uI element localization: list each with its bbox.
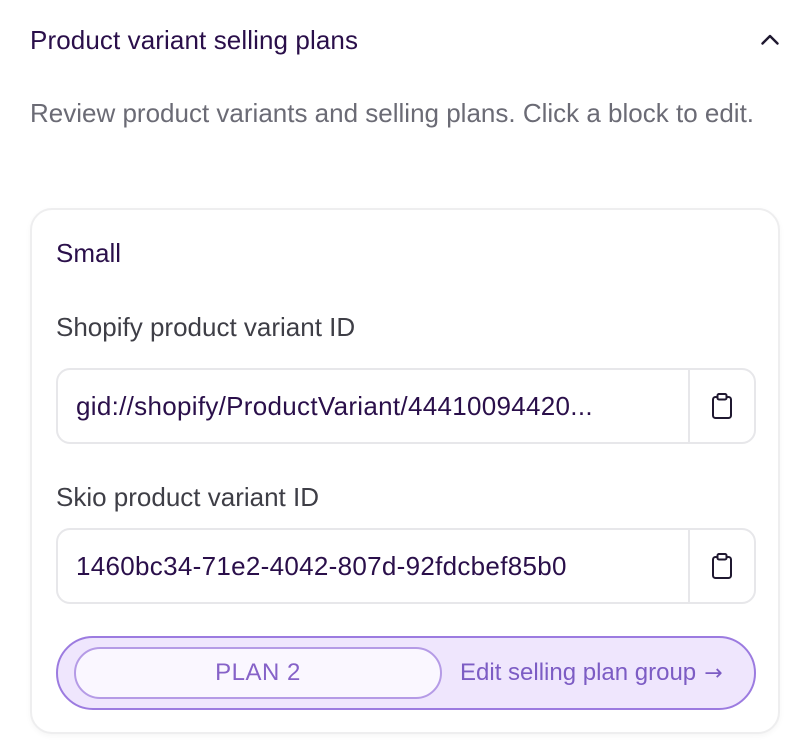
shopify-variant-id-field: gid://shopify/ProductVariant/44410094420… (56, 368, 756, 444)
shopify-variant-id-label: Shopify product variant ID (56, 312, 356, 342)
variant-name: Small (56, 238, 122, 268)
edit-selling-plan-group-label: Edit selling plan group (460, 659, 697, 686)
shopify-variant-id-value-box: gid://shopify/ProductVariant/44410094420… (58, 370, 688, 442)
plan-pill[interactable]: PLAN 2 (74, 647, 442, 699)
skio-variant-id-label: Skio product variant ID (56, 482, 320, 512)
shopify-variant-id-value: gid://shopify/ProductVariant/44410094420… (76, 390, 593, 421)
clipboard-icon (712, 553, 732, 579)
copy-skio-id-button[interactable] (688, 530, 754, 602)
section-description: Review product variants and selling plan… (30, 98, 755, 128)
section-header: Product variant selling plans (30, 20, 779, 60)
skio-variant-id-value: 1460bc34-71e2-4042-807d-92fdcbef85b0 (76, 550, 567, 581)
edit-selling-plan-group-link[interactable]: Edit selling plan group → (460, 638, 723, 708)
skio-variant-id-field: 1460bc34-71e2-4042-807d-92fdcbef85b0 (56, 528, 756, 604)
variant-card[interactable]: Small Shopify product variant ID gid://s… (30, 208, 780, 734)
collapse-button[interactable] (754, 24, 786, 56)
selling-plan-bar[interactable]: PLAN 2 Edit selling plan group → (56, 636, 756, 710)
arrow-right-icon: → (704, 660, 723, 686)
chevron-up-icon (761, 34, 779, 45)
section-title: Product variant selling plans (30, 24, 359, 55)
skio-variant-id-value-box: 1460bc34-71e2-4042-807d-92fdcbef85b0 (58, 530, 688, 602)
clipboard-icon (712, 393, 732, 419)
copy-shopify-id-button[interactable] (688, 370, 754, 442)
